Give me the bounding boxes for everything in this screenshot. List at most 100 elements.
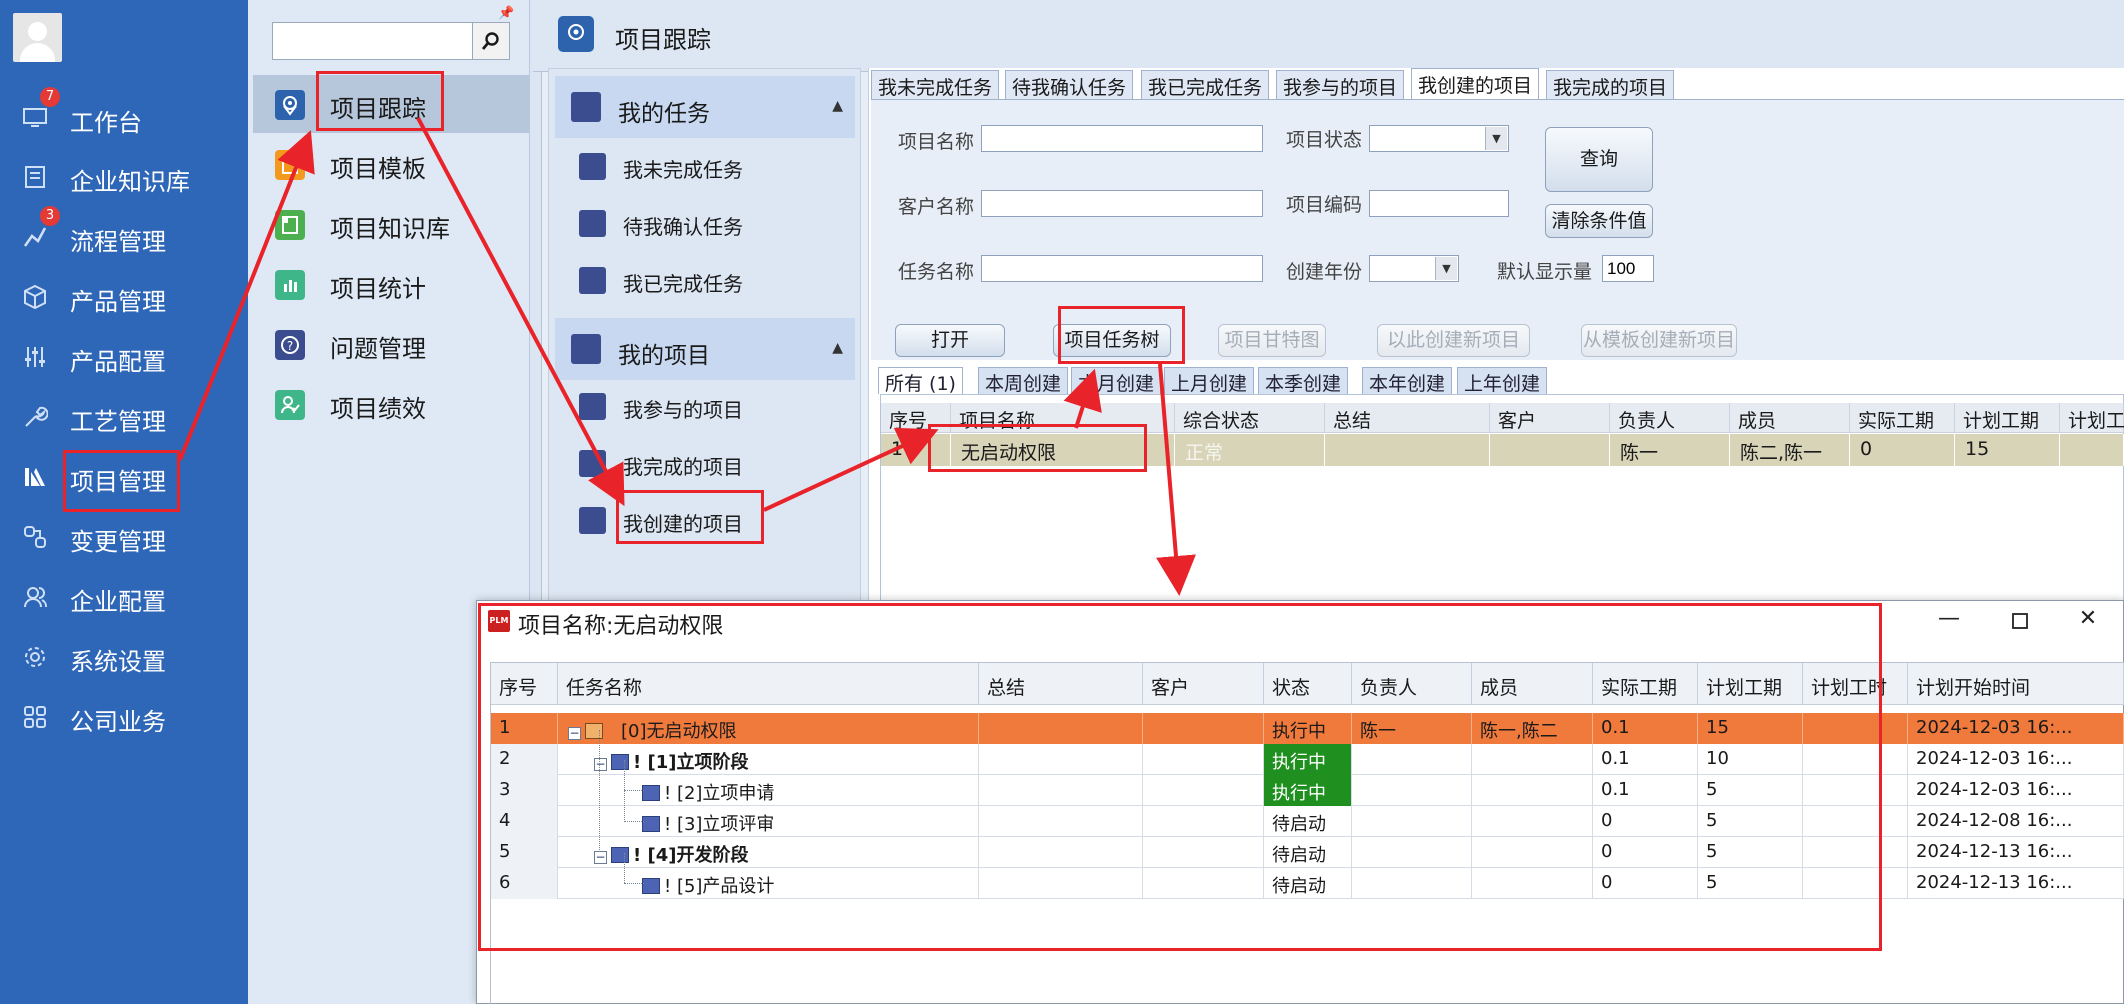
nav-item-change[interactable]: 变更管理 (0, 512, 248, 562)
collapse-icon[interactable]: ▲ (832, 98, 843, 114)
pin-icon[interactable]: 📌 (498, 6, 514, 21)
question-icon: ? (275, 330, 305, 360)
grid-header[interactable]: 计划工 (2060, 403, 2124, 433)
default-show-input[interactable] (1602, 255, 1654, 282)
grid-cell-planned-hours[interactable] (2060, 434, 2124, 466)
subtab-this-month[interactable]: 本月创建 (1071, 367, 1162, 395)
sub-nav-item-issue-management[interactable]: ? 问题管理 (253, 315, 529, 373)
gantt-chart-button[interactable]: 项目甘特图 (1218, 324, 1326, 357)
create-year-select[interactable]: ▼ (1369, 255, 1459, 282)
collapse-icon[interactable]: ▲ (832, 340, 843, 356)
grid-header[interactable]: 实际工期 (1850, 403, 1955, 433)
group-my-projects[interactable]: 我的项目 ▲ (555, 318, 855, 380)
search-icon (481, 32, 499, 50)
task-icon (579, 210, 606, 237)
task-item-completed[interactable]: 我已完成任务 (555, 252, 855, 308)
grid-icon (24, 706, 46, 728)
default-show-label: 默认显示量 (1497, 261, 1593, 283)
nav-label: 工艺管理 (70, 408, 166, 436)
cube-icon (24, 284, 46, 310)
sub-nav-label: 项目绩效 (330, 395, 426, 423)
sub-nav-item-project-performance[interactable]: 项目绩效 (253, 375, 529, 433)
clear-conditions-button[interactable]: 清除条件值 (1545, 204, 1653, 238)
grid-cell-members[interactable]: 陈二,陈一 (1730, 434, 1850, 466)
project-name-input[interactable] (981, 125, 1263, 152)
nav-label: 工作台 (70, 109, 142, 137)
create-from-this-button[interactable]: 以此创建新项目 (1377, 324, 1530, 357)
nav-item-workbench[interactable]: 7 工作台 (0, 87, 248, 143)
subtab-last-month[interactable]: 上月创建 (1164, 367, 1255, 395)
subtab-this-year[interactable]: 本年创建 (1362, 367, 1453, 395)
nav-item-product[interactable]: 产品管理 (0, 272, 248, 322)
minimize-icon[interactable]: — (1929, 606, 1969, 636)
project-icon (579, 450, 606, 477)
notification-badge: 3 (40, 206, 60, 226)
grid-header[interactable]: 总结 (1325, 403, 1490, 433)
highlight-box (1058, 306, 1185, 364)
group-my-tasks[interactable]: 我的任务 ▲ (555, 76, 855, 138)
maximize-icon[interactable] (2000, 606, 2040, 636)
task-item-label: 我完成的项目 (623, 455, 743, 479)
project-status-select[interactable]: ▼ (1369, 125, 1509, 152)
sub-nav-item-project-template[interactable]: 项目模板 (253, 135, 529, 193)
grid-cell-customer[interactable] (1490, 434, 1610, 466)
search-button[interactable] (472, 22, 510, 60)
task-name-label: 任务名称 (898, 261, 975, 283)
grid-header[interactable]: 客户 (1490, 403, 1610, 433)
task-item-uncompleted[interactable]: 我未完成任务 (555, 138, 855, 194)
grid-cell-owner[interactable]: 陈一 (1610, 434, 1730, 466)
start-time-cell: 2024-12-08 16:... (1908, 806, 2124, 837)
grid-cell-planned-duration[interactable]: 15 (1955, 434, 2060, 466)
nav-item-system-settings[interactable]: 系统设置 (0, 632, 248, 682)
task-item-finished[interactable]: 我完成的项目 (555, 435, 855, 491)
nav-item-process[interactable]: 3 流程管理 (0, 206, 248, 262)
tree-header[interactable]: 计划开始时间 (1908, 663, 2124, 705)
nav-item-craft[interactable]: 工艺管理 (0, 392, 248, 442)
sub-nav-item-project-library[interactable]: 项目知识库 (253, 195, 529, 253)
tab-completed[interactable]: 我已完成任务 (1141, 70, 1270, 100)
avatar[interactable] (13, 13, 62, 62)
subtab-all[interactable]: 所有 (1) (878, 367, 963, 395)
svg-text:?: ? (287, 339, 293, 353)
grid-cell-summary[interactable] (1325, 434, 1490, 466)
tab-my-uncompleted[interactable]: 我未完成任务 (871, 70, 1000, 100)
grid-cell-actual-duration[interactable]: 0 (1850, 434, 1955, 466)
tab-created[interactable]: 我创建的项目 (1411, 68, 1540, 100)
customer-name-input[interactable] (981, 190, 1263, 217)
grid-header[interactable]: 计划工期 (1955, 403, 2060, 433)
nav-item-knowledge-base[interactable]: 企业知识库 (0, 152, 248, 202)
search-input[interactable] (272, 22, 472, 60)
tab-pending-confirm[interactable]: 待我确认任务 (1005, 70, 1134, 100)
tab-participated[interactable]: 我参与的项目 (1276, 70, 1405, 100)
subtab-last-year[interactable]: 上年创建 (1457, 367, 1548, 395)
sub-nav-item-project-stats[interactable]: 项目统计 (253, 255, 529, 313)
task-icon (579, 267, 606, 294)
location-icon (275, 90, 305, 120)
open-button[interactable]: 打开 (895, 324, 1005, 357)
nav-label: 企业配置 (70, 588, 166, 616)
close-icon[interactable]: ✕ (2068, 606, 2108, 636)
grid-header[interactable]: 综合状态 (1175, 403, 1325, 433)
task-item-participated[interactable]: 我参与的项目 (555, 378, 855, 434)
highlight-box (928, 424, 1147, 472)
tab-finished[interactable]: 我完成的项目 (1546, 70, 1675, 100)
nav-item-company-business[interactable]: 公司业务 (0, 692, 248, 742)
performance-icon (275, 390, 305, 420)
task-name-input[interactable] (981, 255, 1263, 282)
change-icon (24, 526, 46, 548)
chevron-down-icon: ▼ (1435, 257, 1457, 280)
sub-nav-label: 项目模板 (330, 155, 426, 183)
task-item-pending-confirm[interactable]: 待我确认任务 (555, 195, 855, 251)
subtab-this-quarter[interactable]: 本季创建 (1258, 367, 1349, 395)
create-from-template-button[interactable]: 从模板创建新项目 (1581, 324, 1737, 357)
nav-item-product-config[interactable]: 产品配置 (0, 332, 248, 382)
subtab-this-week[interactable]: 本周创建 (978, 367, 1069, 395)
project-code-input[interactable] (1369, 190, 1509, 217)
query-button[interactable]: 查询 (1545, 127, 1653, 192)
nav-label: 产品配置 (70, 348, 166, 376)
grid-header[interactable]: 成员 (1730, 403, 1850, 433)
project-name-label: 项目名称 (898, 131, 975, 153)
grid-cell-status[interactable]: 正常 (1175, 434, 1325, 466)
nav-item-enterprise-config[interactable]: 企业配置 (0, 572, 248, 622)
grid-header[interactable]: 负责人 (1610, 403, 1730, 433)
